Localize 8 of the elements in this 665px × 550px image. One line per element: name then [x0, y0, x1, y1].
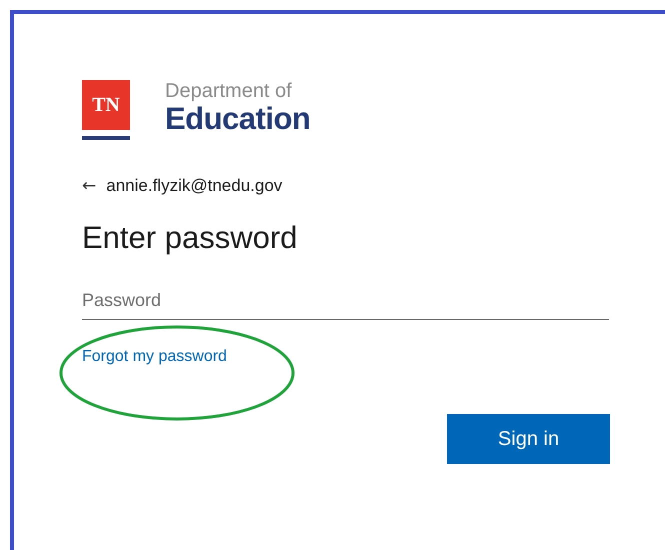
logo-title: Education — [165, 102, 310, 136]
page-heading: Enter password — [82, 219, 298, 257]
logo-subtitle: Department of — [165, 80, 293, 102]
logo-mark: TN — [82, 80, 130, 140]
forgot-password-link[interactable]: Forgot my password — [82, 348, 227, 365]
sign-in-button[interactable]: Sign in — [447, 414, 610, 464]
back-button[interactable]: ← — [82, 176, 96, 196]
account-email: annie.flyzik@tnedu.gov — [106, 176, 282, 196]
